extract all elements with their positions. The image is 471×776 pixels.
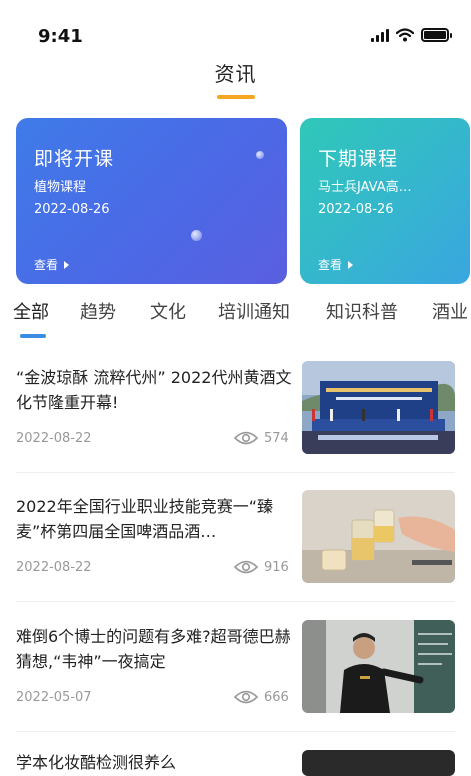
view-link[interactable]: 查看 (318, 256, 354, 273)
tab-training-notice[interactable]: 培训通知 (218, 298, 290, 324)
title-underline (216, 95, 255, 99)
banner-date: 2022-08-26 (318, 202, 394, 217)
active-tab-indicator (20, 334, 46, 338)
banner-next-course[interactable]: 下期课程 马士兵JAVA高… 2022-08-26 查看 (300, 118, 470, 284)
play-arrow-icon (348, 260, 354, 269)
news-date: 2022-05-07 (16, 690, 92, 705)
battery-icon (421, 28, 452, 42)
divider (16, 731, 455, 732)
eye-icon (234, 560, 258, 574)
tab-all[interactable]: 全部 (13, 298, 49, 324)
news-views: 916 (234, 559, 289, 575)
news-item[interactable]: “金波琼酥 流粹代州” 2022代州黄酒文化节隆重开幕! 2022-08-22 … (16, 361, 455, 469)
view-count: 666 (264, 689, 289, 705)
view-link[interactable]: 查看 (34, 256, 70, 273)
news-title: “金波琼酥 流粹代州” 2022代州黄酒文化节隆重开幕! (16, 368, 292, 412)
news-views: 666 (234, 689, 289, 705)
news-item[interactable]: 学本化妆酷检测很养么 (16, 748, 455, 776)
tab-trend[interactable]: 趋势 (80, 298, 116, 324)
view-link-label: 查看 (34, 258, 59, 272)
banner-title: 即将开课 (34, 148, 115, 170)
category-tabs: 全部 趋势 文化 培训通知 知识科普 酒业 (0, 298, 471, 338)
view-count: 574 (264, 430, 289, 446)
signal-icon (371, 28, 389, 42)
news-item[interactable]: 难倒6个博士的问题有多难?超哥德巴赫猜想,“韦神”一夜搞定 2022-05-07… (16, 620, 455, 728)
tab-culture[interactable]: 文化 (150, 298, 186, 324)
eye-icon (234, 431, 258, 445)
tab-industry[interactable]: 酒业 (432, 298, 468, 324)
news-thumbnail (302, 620, 455, 713)
view-link-label: 查看 (318, 258, 343, 272)
play-arrow-icon (64, 260, 70, 269)
news-date: 2022-08-22 (16, 560, 92, 575)
banner-subtitle: 马士兵JAVA高… (318, 180, 412, 195)
banner-date: 2022-08-26 (34, 202, 110, 217)
news-thumbnail (302, 490, 455, 583)
banner-upcoming-course[interactable]: 即将开课 植物课程 2022-08-26 查看 (16, 118, 287, 284)
bubble-decoration (191, 230, 202, 241)
page-title: 资讯 (214, 62, 257, 86)
news-item[interactable]: 2022年全国行业职业技能竞赛一“臻麦”杯第四届全国啤酒品酒… 2022-08-… (16, 490, 455, 598)
wifi-icon (396, 28, 414, 42)
bubble-decoration (256, 151, 264, 159)
news-title: 学本化妆酷检测很养么 (16, 753, 177, 772)
status-icons (371, 28, 452, 42)
banner-title: 下期课程 (318, 148, 399, 170)
page-header: 资讯 (0, 58, 471, 99)
banner-subtitle: 植物课程 (34, 180, 87, 195)
news-title: 2022年全国行业职业技能竞赛一“臻麦”杯第四届全国啤酒品酒… (16, 497, 274, 541)
status-time: 9:41 (38, 26, 83, 47)
divider (16, 472, 455, 473)
divider (16, 601, 455, 602)
eye-icon (234, 690, 258, 704)
view-count: 916 (264, 559, 289, 575)
banner-carousel[interactable]: 即将开课 植物课程 2022-08-26 查看 下期课程 马士兵JAVA高… 2… (16, 118, 471, 284)
news-thumbnail (302, 361, 455, 454)
news-title: 难倒6个博士的问题有多难?超哥德巴赫猜想,“韦神”一夜搞定 (16, 627, 291, 671)
tab-science[interactable]: 知识科普 (326, 298, 398, 324)
news-views: 574 (234, 430, 289, 446)
news-date: 2022-08-22 (16, 431, 92, 446)
news-thumbnail (302, 750, 455, 776)
